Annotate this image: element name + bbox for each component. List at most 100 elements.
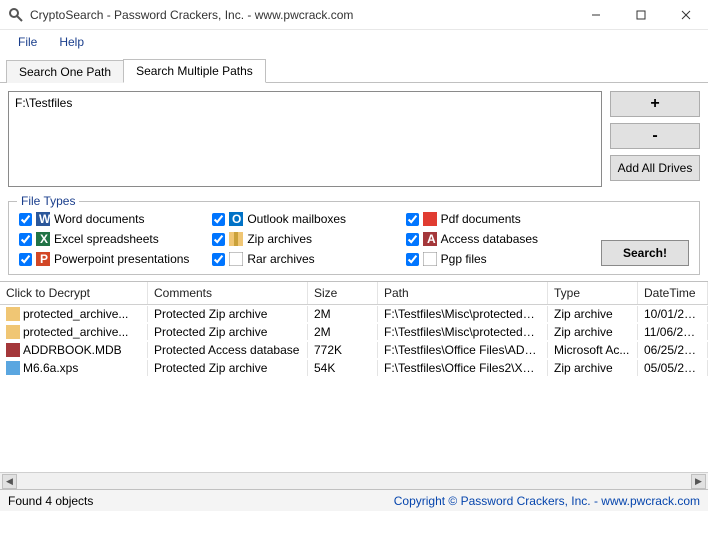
chk-pdf-label: Pdf documents	[441, 212, 521, 226]
cell-type: Microsoft Ac...	[548, 342, 638, 358]
titlebar: CryptoSearch - Password Crackers, Inc. -…	[0, 0, 708, 30]
chk-outlook[interactable]: O Outlook mailboxes	[212, 212, 405, 226]
cell-name: ADDRBOOK.MDB	[23, 343, 122, 357]
cell-datetime: 11/06/2012 09:52:30 ...	[638, 324, 708, 340]
cell-name: M6.6a.xps	[23, 361, 78, 375]
statusbar: Found 4 objects Copyright © Password Cra…	[0, 489, 708, 511]
cell-name: protected_archive...	[23, 307, 128, 321]
svg-text:O: O	[232, 212, 241, 226]
close-button[interactable]	[663, 0, 708, 30]
tab-body: + - Add All Drives	[0, 83, 708, 195]
cell-comments: Protected Zip archive	[148, 324, 308, 340]
file-icon	[6, 361, 20, 375]
pdf-icon	[423, 212, 437, 226]
scroll-right-icon[interactable]: ▶	[691, 474, 706, 489]
chk-excel-label: Excel spreadsheets	[54, 232, 159, 246]
chk-word-label: Word documents	[54, 212, 145, 226]
add-all-drives-button[interactable]: Add All Drives	[610, 155, 700, 181]
chk-access-input[interactable]	[406, 233, 419, 246]
cell-comments: Protected Access database	[148, 342, 308, 358]
cell-size: 54K	[308, 360, 378, 376]
paths-textarea[interactable]	[8, 91, 602, 187]
tab-search-multiple-paths[interactable]: Search Multiple Paths	[123, 59, 266, 83]
window-title: CryptoSearch - Password Crackers, Inc. -…	[30, 8, 573, 22]
chk-pdf[interactable]: Pdf documents	[406, 212, 599, 226]
col-comments[interactable]: Comments	[148, 282, 308, 304]
cell-size: 2M	[308, 324, 378, 340]
cell-type: Zip archive	[548, 360, 638, 376]
status-left: Found 4 objects	[8, 494, 93, 508]
chk-pgp-input[interactable]	[406, 253, 419, 266]
chk-pdf-input[interactable]	[406, 213, 419, 226]
menu-help[interactable]: Help	[49, 32, 94, 52]
outlook-icon: O	[229, 212, 243, 226]
svg-text:P: P	[40, 252, 48, 266]
remove-path-button[interactable]: -	[610, 123, 700, 149]
cell-size: 2M	[308, 306, 378, 322]
cell-path: F:\Testfiles\Misc\protected_arc...	[378, 306, 548, 322]
chk-ppt[interactable]: P Powerpoint presentations	[19, 252, 212, 266]
app-icon	[8, 7, 24, 23]
filetypes-title: File Types	[17, 194, 79, 208]
chk-excel-input[interactable]	[19, 233, 32, 246]
file-icon	[6, 343, 20, 357]
chk-rar-label: Rar archives	[247, 252, 314, 266]
chk-pgp[interactable]: Pgp files	[406, 252, 599, 266]
table-row[interactable]: protected_archive... Protected Zip archiv…	[0, 305, 708, 323]
svg-text:X: X	[40, 232, 48, 246]
svg-text:A: A	[427, 232, 436, 246]
listview-body: protected_archive... Protected Zip archiv…	[0, 305, 708, 377]
chk-zip[interactable]: Zip archives	[212, 232, 405, 246]
chk-pgp-label: Pgp files	[441, 252, 487, 266]
chk-access-label: Access databases	[441, 232, 538, 246]
chk-outlook-input[interactable]	[212, 213, 225, 226]
chk-word-input[interactable]	[19, 213, 32, 226]
chk-outlook-label: Outlook mailboxes	[247, 212, 346, 226]
col-size[interactable]: Size	[308, 282, 378, 304]
col-type[interactable]: Type	[548, 282, 638, 304]
cell-size: 772K	[308, 342, 378, 358]
chk-word[interactable]: W Word documents	[19, 212, 212, 226]
chk-rar[interactable]: Rar archives	[212, 252, 405, 266]
cell-comments: Protected Zip archive	[148, 306, 308, 322]
listview-header: Click to Decrypt Comments Size Path Type…	[0, 282, 708, 305]
rar-icon	[229, 252, 243, 266]
chk-zip-label: Zip archives	[247, 232, 312, 246]
chk-ppt-input[interactable]	[19, 253, 32, 266]
col-path[interactable]: Path	[378, 282, 548, 304]
table-row[interactable]: M6.6a.xpsProtected Zip archive54KF:\Test…	[0, 359, 708, 377]
word-icon: W	[36, 212, 50, 226]
zip-icon	[229, 232, 243, 246]
chk-access[interactable]: A Access databases	[406, 232, 599, 246]
chk-ppt-label: Powerpoint presentations	[54, 252, 189, 266]
file-icon	[6, 325, 20, 339]
results-listview: Click to Decrypt Comments Size Path Type…	[0, 281, 708, 472]
excel-icon: X	[36, 232, 50, 246]
menu-file[interactable]: File	[8, 32, 47, 52]
cell-datetime: 06/25/2009 03:59:00 ...	[638, 342, 708, 358]
search-button[interactable]: Search!	[601, 240, 689, 266]
table-row[interactable]: protected_archive... Protected Zip archiv…	[0, 323, 708, 341]
status-right: Copyright © Password Crackers, Inc. - ww…	[394, 494, 700, 508]
cell-path: F:\Testfiles\Office Files\ADDR...	[378, 342, 548, 358]
cell-datetime: 05/05/2006 06:47:02 ...	[638, 360, 708, 376]
maximize-button[interactable]	[618, 0, 663, 30]
h-scrollbar[interactable]: ◀ ▶	[0, 472, 708, 489]
scroll-left-icon[interactable]: ◀	[2, 474, 17, 489]
col-datetime[interactable]: DateTime	[638, 282, 708, 304]
cell-type: Zip archive	[548, 324, 638, 340]
minimize-button[interactable]	[573, 0, 618, 30]
chk-zip-input[interactable]	[212, 233, 225, 246]
chk-rar-input[interactable]	[212, 253, 225, 266]
cell-name: protected_archive...	[23, 325, 128, 339]
menubar: File Help	[0, 30, 708, 54]
add-path-button[interactable]: +	[610, 91, 700, 117]
table-row[interactable]: ADDRBOOK.MDB Protected Access database772…	[0, 341, 708, 359]
pgp-icon	[423, 252, 437, 266]
col-decrypt[interactable]: Click to Decrypt	[0, 282, 148, 304]
tab-search-one-path[interactable]: Search One Path	[6, 60, 124, 83]
access-icon: A	[423, 232, 437, 246]
cell-path: F:\Testfiles\Office Files2\XPS\...	[378, 360, 548, 376]
ppt-icon: P	[36, 252, 50, 266]
chk-excel[interactable]: X Excel spreadsheets	[19, 232, 212, 246]
